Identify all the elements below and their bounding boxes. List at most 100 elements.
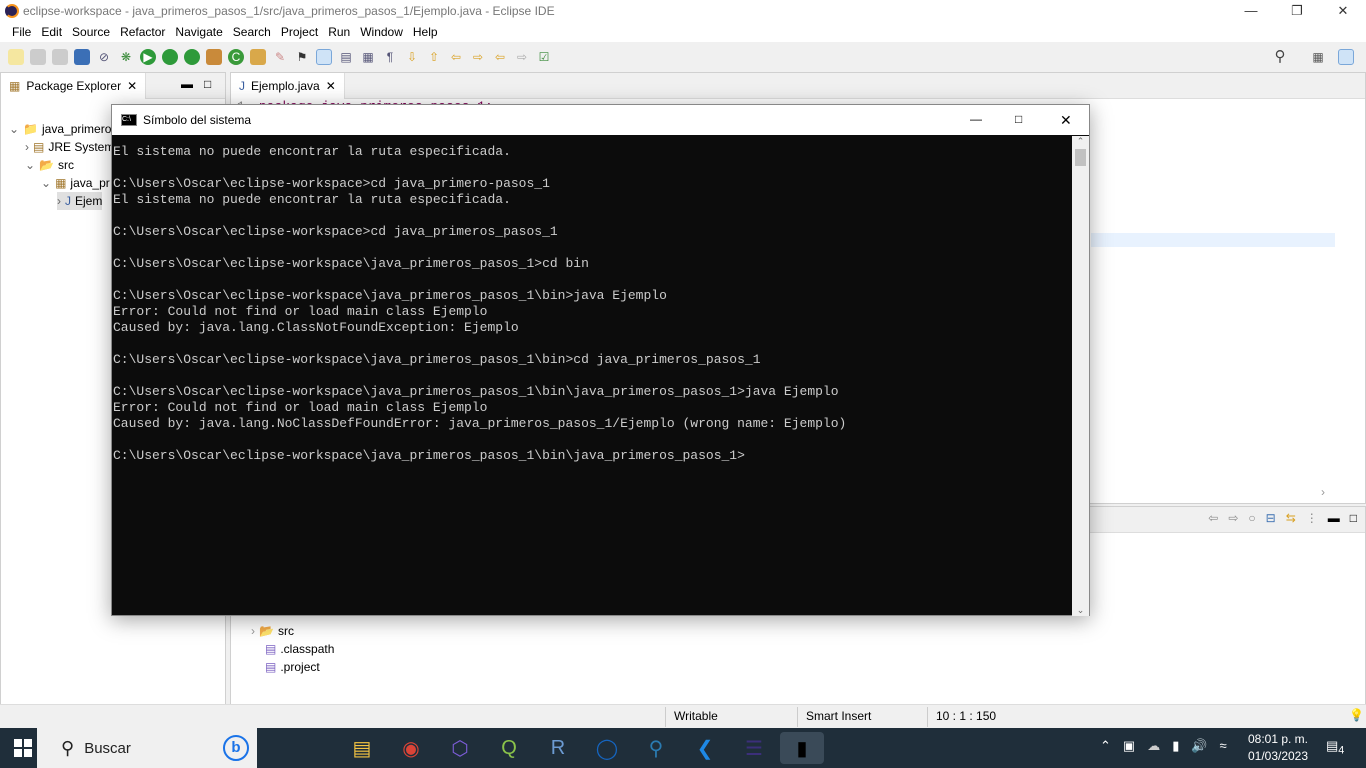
back-nav-icon[interactable]: ⇦ xyxy=(492,49,508,65)
windows-start-icon[interactable] xyxy=(14,739,32,757)
chevron-down-icon[interactable]: ⌄ xyxy=(25,158,35,172)
maximize-view-icon[interactable]: □ xyxy=(1350,511,1357,525)
cmd-close-button[interactable]: ✕ xyxy=(1060,112,1072,129)
menu-project[interactable]: Project xyxy=(276,25,323,39)
battery-icon[interactable]: ▮ xyxy=(1172,738,1179,754)
menu-file[interactable]: File xyxy=(7,25,36,39)
chevron-right-icon[interactable]: › xyxy=(251,624,255,638)
chevron-down-icon[interactable]: ⌄ xyxy=(41,176,51,190)
back-icon[interactable]: ⇨ xyxy=(470,49,486,65)
mark-occurrences-icon[interactable] xyxy=(316,49,332,65)
word-wrap-icon[interactable]: ▦ xyxy=(360,49,376,65)
restore-button[interactable]: ❐ xyxy=(1274,0,1320,22)
cmd-scrollbar[interactable]: ⌃ ⌄ xyxy=(1072,136,1089,616)
new-class-icon[interactable]: C xyxy=(228,49,244,65)
external-tools-icon[interactable] xyxy=(184,49,200,65)
open-task-icon[interactable]: ⚑ xyxy=(294,49,310,65)
menu-source[interactable]: Source xyxy=(67,25,115,39)
camera-icon[interactable]: ▣ xyxy=(1123,738,1135,754)
new-icon[interactable] xyxy=(8,49,24,65)
notifications-icon[interactable]: ▤4 xyxy=(1326,738,1344,757)
cmd-taskbar-icon[interactable]: ▮ xyxy=(780,732,824,764)
tree-item[interactable]: › J Ejem xyxy=(57,192,103,210)
close-button[interactable]: ✕ xyxy=(1320,0,1366,22)
last-edit-icon[interactable]: ⇦ xyxy=(448,49,464,65)
search-tool-icon[interactable]: ✎ xyxy=(272,49,288,65)
eclipse-taskbar-icon[interactable]: ☰ xyxy=(736,732,772,764)
navigator-item[interactable]: ▤ .project xyxy=(265,658,320,676)
chevron-down-icon[interactable]: ⌄ xyxy=(9,122,19,136)
cmd-minimize-button[interactable]: — xyxy=(970,112,982,126)
wifi-icon[interactable]: ≈ xyxy=(1220,738,1227,754)
save-all-icon[interactable] xyxy=(52,49,68,65)
cmd-output[interactable]: El sistema no puede encontrar la ruta es… xyxy=(112,136,1074,616)
skip-breakpoints-icon[interactable]: ⊘ xyxy=(96,49,112,65)
menu-edit[interactable]: Edit xyxy=(36,25,67,39)
onedrive-error-icon[interactable]: ☁ xyxy=(1147,738,1160,754)
tree-item[interactable]: ⌄ ▦ java_pr xyxy=(41,174,110,192)
cmd-maximize-button[interactable]: □ xyxy=(1015,112,1022,126)
new-package-icon[interactable] xyxy=(206,49,222,65)
run-icon[interactable]: ▶ xyxy=(140,49,156,65)
back-icon[interactable]: ⇦ xyxy=(1208,511,1218,525)
r-taskbar-icon[interactable]: R xyxy=(540,732,576,764)
bing-icon[interactable]: b xyxy=(223,735,249,761)
coverage-icon[interactable] xyxy=(162,49,178,65)
minimize-view-icon[interactable]: ▬ xyxy=(181,77,193,91)
qgis-taskbar-icon[interactable]: Q xyxy=(491,732,527,764)
show-hidden-icons-icon[interactable]: ⌃ xyxy=(1100,738,1111,754)
block-selection-icon[interactable]: ▤ xyxy=(338,49,354,65)
pin-editor-icon[interactable]: ☑ xyxy=(536,49,552,65)
file-explorer-taskbar-icon[interactable]: ▤ xyxy=(344,732,380,764)
command-prompt-window[interactable]: C:\ Símbolo del sistema — □ ✕ El sistema… xyxy=(111,104,1090,616)
chevron-right-icon[interactable]: › xyxy=(57,194,61,208)
tab-package-explorer[interactable]: ▦ Package Explorer ✕ xyxy=(1,72,147,99)
collapse-all-icon[interactable]: ⊟ xyxy=(1266,511,1276,525)
search-box[interactable]: ⚲ Buscar b xyxy=(37,728,257,768)
tree-item[interactable]: ⌄ 📁 java_primeros xyxy=(9,120,117,138)
menu-refactor[interactable]: Refactor xyxy=(115,25,170,39)
menu-search[interactable]: Search xyxy=(228,25,276,39)
minimize-button[interactable]: — xyxy=(1228,0,1274,22)
scroll-down-icon[interactable]: ⌄ xyxy=(1072,605,1089,616)
tree-item[interactable]: › ▤ JRE System xyxy=(25,138,114,156)
tree-item[interactable]: ⌄ 📂 src xyxy=(25,156,74,174)
minimize-view-icon[interactable]: ▬ xyxy=(1328,511,1340,525)
copilot-taskbar-icon[interactable]: ⬡ xyxy=(442,732,478,764)
debug-icon[interactable]: ❋ xyxy=(118,49,134,65)
menu-navigate[interactable]: Navigate xyxy=(170,25,227,39)
cmd-title-bar[interactable]: C:\ Símbolo del sistema — □ ✕ xyxy=(112,105,1089,135)
java-perspective-icon[interactable] xyxy=(1338,49,1354,65)
search-globe-taskbar-icon[interactable]: ⚲ xyxy=(638,732,674,764)
menu-window[interactable]: Window xyxy=(355,25,408,39)
chrome-taskbar-icon[interactable]: ◉ xyxy=(393,732,429,764)
save-icon[interactable] xyxy=(30,49,46,65)
volume-icon[interactable]: 🔊 xyxy=(1191,738,1207,754)
clock[interactable]: 08:01 p. m. 01/03/2023 xyxy=(1240,731,1316,765)
tab-ejemplo-java[interactable]: J Ejemplo.java ✕ xyxy=(231,72,345,99)
forward-icon[interactable]: ⇨ xyxy=(1228,511,1238,525)
terminal-icon[interactable] xyxy=(74,49,90,65)
scroll-thumb[interactable] xyxy=(1075,149,1086,166)
show-whitespace-icon[interactable]: ¶ xyxy=(382,49,398,65)
search-icon[interactable]: ⚲ xyxy=(1272,49,1288,65)
navigator-item[interactable]: › 📂 src xyxy=(251,622,294,640)
lightbulb-icon[interactable]: 💡 xyxy=(1349,708,1364,722)
forward-icon[interactable]: ⇨ xyxy=(514,49,530,65)
previous-annotation-icon[interactable]: ⇧ xyxy=(426,49,442,65)
close-tab-icon[interactable]: ✕ xyxy=(127,79,137,93)
maximize-view-icon[interactable]: □ xyxy=(204,77,211,91)
scroll-up-icon[interactable]: ⌃ xyxy=(1072,136,1089,147)
app-blue-taskbar-icon[interactable]: ◯ xyxy=(589,732,625,764)
menu-run[interactable]: Run xyxy=(323,25,355,39)
navigator-item[interactable]: ▤ .classpath xyxy=(265,640,334,658)
up-icon[interactable]: ○ xyxy=(1248,511,1255,525)
link-editor-icon[interactable]: ⇆ xyxy=(1286,511,1296,525)
close-tab-icon[interactable]: ✕ xyxy=(326,79,336,93)
chevron-right-icon[interactable]: › xyxy=(25,140,29,154)
next-annotation-icon[interactable]: ⇩ xyxy=(404,49,420,65)
view-menu-icon[interactable]: ⋮ xyxy=(1306,511,1318,525)
open-type-icon[interactable] xyxy=(250,49,266,65)
scroll-right-icon[interactable]: › xyxy=(1321,485,1325,499)
open-perspective-icon[interactable]: ▦ xyxy=(1310,49,1326,65)
